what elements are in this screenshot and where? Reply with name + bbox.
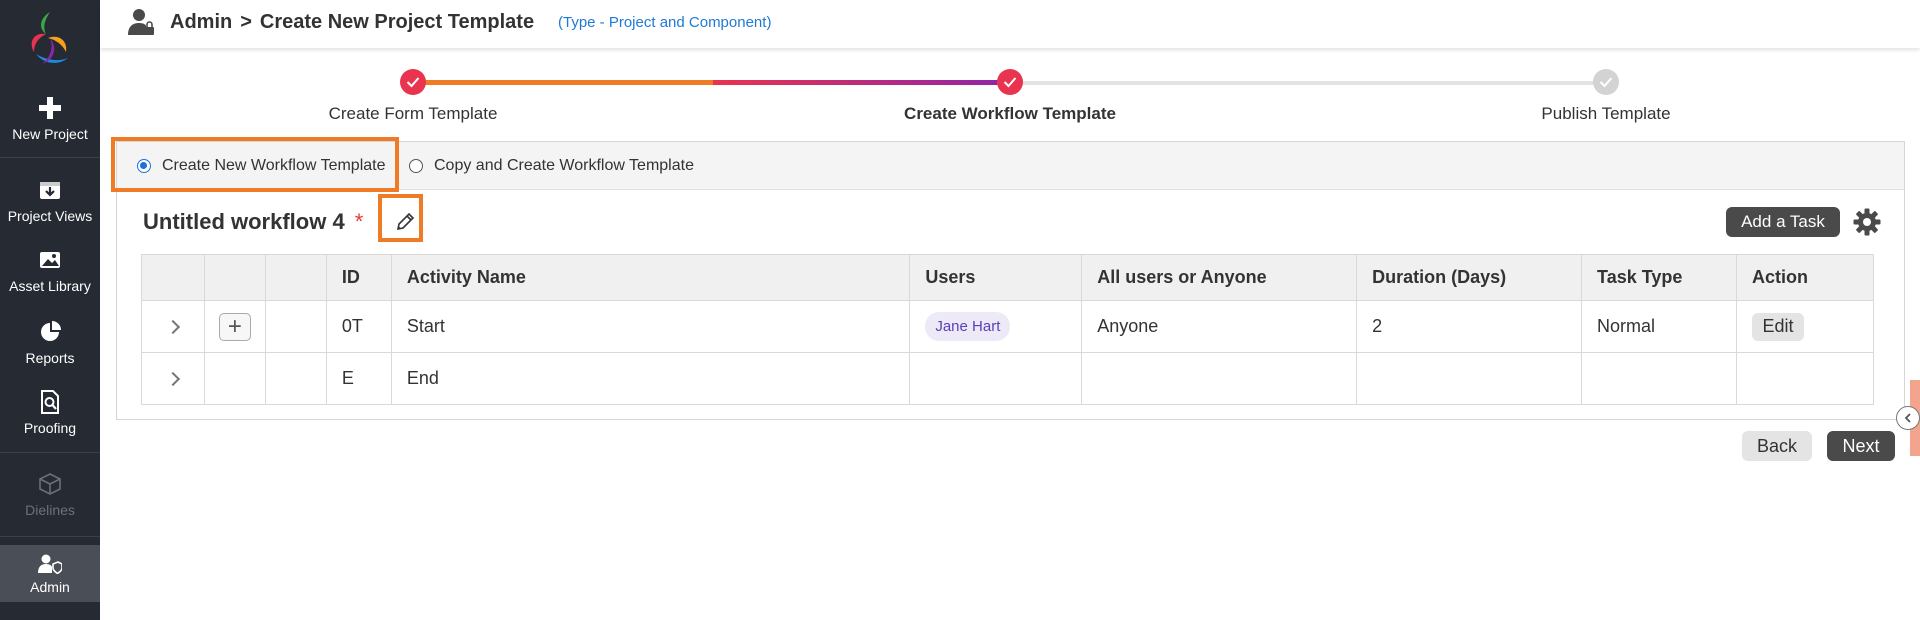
- expand-row-chevron-icon[interactable]: [165, 319, 181, 335]
- cell-activity-name: Start: [390, 300, 911, 353]
- step-label-form: Create Form Template: [328, 104, 498, 123]
- sidebar-item-reports[interactable]: Reports: [0, 318, 100, 366]
- workflow-title: Untitled workflow 4 *: [143, 209, 363, 235]
- column-header: [264, 254, 327, 301]
- column-header-action: Action: [1735, 254, 1875, 301]
- user-chip[interactable]: Jane Hart: [925, 312, 1011, 341]
- sidebar-divider: [0, 157, 100, 158]
- cell-duration: 2: [1356, 300, 1583, 353]
- collapse-panel-button[interactable]: [1896, 406, 1920, 430]
- column-header-activity-name: Activity Name: [390, 254, 911, 301]
- stepper-pending-line: [1010, 81, 1606, 85]
- cell-all-or-anyone: [1081, 352, 1358, 405]
- edit-task-button[interactable]: Edit: [1751, 312, 1804, 341]
- settings-gear-icon[interactable]: [1852, 207, 1882, 237]
- cell-users: [909, 352, 1083, 405]
- cell-action: Edit: [1735, 300, 1875, 353]
- box-icon: [36, 470, 64, 498]
- required-marker: *: [354, 209, 364, 234]
- step-pending-icon: [1593, 69, 1619, 95]
- column-header-duration: Duration (Days): [1356, 254, 1583, 301]
- radio-button[interactable]: [409, 159, 423, 173]
- table-row: E End: [141, 352, 1875, 405]
- table-row: + 0T Start Jane Hart Anyone 2 Normal Edi…: [141, 300, 1875, 353]
- template-type-note: (Type - Project and Component): [558, 14, 772, 31]
- table-header-row: ID Activity Name Users All users or Anyo…: [141, 254, 1875, 301]
- cell-all-or-anyone: Anyone: [1081, 300, 1358, 353]
- pie-chart-icon: [36, 318, 64, 346]
- cell-task-type: [1581, 352, 1737, 405]
- sidebar: New Project Project Views Asset Library …: [0, 0, 100, 620]
- expand-row-chevron-icon[interactable]: [165, 371, 181, 387]
- sidebar-divider: [0, 452, 100, 453]
- column-header-users: Users: [909, 254, 1083, 301]
- sidebar-item-label: Admin: [30, 579, 70, 595]
- sidebar-item-label: Project Views: [7, 208, 93, 224]
- page-title: Create New Project Template: [259, 11, 535, 33]
- cell-duration: [1356, 352, 1583, 405]
- stepper-progress-line: [413, 80, 713, 85]
- stepper-progress-line: [713, 80, 1010, 85]
- plus-icon: [36, 94, 64, 122]
- sidebar-item-project-views[interactable]: Project Views: [0, 176, 100, 224]
- table-cell: [264, 352, 327, 405]
- breadcrumb: Admin > Create New Project Template: [170, 11, 534, 34]
- sidebar-item-new-project[interactable]: New Project: [0, 94, 100, 142]
- sidebar-item-label: Asset Library: [9, 278, 91, 294]
- sidebar-item-label: Reports: [25, 350, 75, 366]
- chevron-left-icon: [1904, 413, 1911, 423]
- column-header: [141, 254, 205, 301]
- sidebar-item-label: Proofing: [23, 420, 77, 436]
- sidebar-item-proofing[interactable]: Proofing: [0, 388, 100, 436]
- sidebar-item-asset-library[interactable]: Asset Library: [0, 246, 100, 294]
- step-current-icon: [997, 69, 1023, 95]
- column-header-all-or-anyone: All users or Anyone: [1081, 254, 1358, 301]
- plus-icon: +: [227, 312, 242, 340]
- breadcrumb-admin[interactable]: Admin: [170, 11, 232, 33]
- table-cell: [264, 300, 327, 353]
- step-done-icon: [400, 69, 426, 95]
- highlight-edit-name: [378, 194, 423, 242]
- cell-id: 0T: [325, 300, 392, 353]
- document-search-icon: [36, 388, 64, 416]
- highlight-create-new-option: [111, 137, 399, 192]
- cell-users: Jane Hart: [909, 300, 1083, 353]
- cell-activity-name: End: [390, 352, 911, 405]
- add-task-button[interactable]: Add a Task: [1726, 207, 1840, 237]
- table-cell: [203, 352, 266, 405]
- top-header: Admin > Create New Project Template (Type …: [100, 0, 1920, 48]
- app-logo-icon[interactable]: [24, 8, 76, 70]
- step-label-workflow: Create Workflow Template: [904, 104, 1116, 123]
- back-button[interactable]: Back: [1742, 431, 1812, 461]
- cell-id: E: [325, 352, 392, 405]
- sidebar-item-dielines: Dielines: [0, 470, 100, 518]
- download-box-icon: [36, 176, 64, 204]
- user-shield-icon: [36, 553, 64, 575]
- add-subtask-button[interactable]: +: [218, 312, 251, 341]
- cell-action: [1735, 352, 1875, 405]
- sidebar-item-label: New Project: [12, 126, 88, 142]
- sidebar-item-admin[interactable]: Admin: [0, 545, 100, 602]
- column-header-id: ID: [325, 254, 392, 301]
- admin-user-icon: [128, 8, 154, 41]
- breadcrumb-separator: >: [240, 11, 252, 33]
- column-header-task-type: Task Type: [1581, 254, 1737, 301]
- radio-label: Copy and Create Workflow Template: [434, 157, 694, 174]
- sidebar-divider: [0, 536, 100, 537]
- radio-copy-create-workflow[interactable]: Copy and Create Workflow Template: [409, 157, 694, 175]
- column-header: [203, 254, 266, 301]
- next-button[interactable]: Next: [1827, 431, 1895, 461]
- step-label-publish: Publish Template: [1541, 104, 1671, 123]
- sidebar-item-label: Dielines: [25, 502, 75, 518]
- image-icon: [36, 246, 64, 274]
- cell-task-type: Normal: [1581, 300, 1737, 353]
- workflow-name: Untitled workflow 4: [143, 209, 345, 234]
- workflow-task-table: ID Activity Name Users All users or Anyo…: [141, 254, 1875, 405]
